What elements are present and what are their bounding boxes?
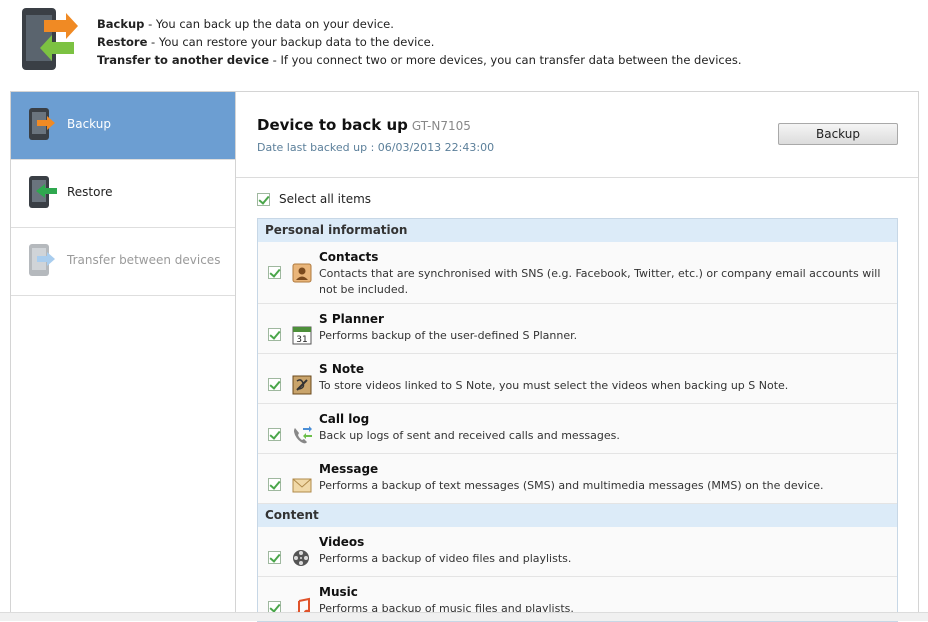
sidebar-item-label: Transfer between devices	[67, 253, 221, 267]
envelope-icon	[292, 478, 312, 493]
item-title: S Planner	[319, 312, 384, 326]
transfer-devices-icon	[29, 244, 55, 276]
s-planner-checkbox[interactable]	[268, 328, 281, 341]
film-reel-icon	[293, 550, 309, 566]
header-line-restore: Restore - You can restore your backup da…	[97, 35, 435, 49]
contacts-checkbox[interactable]	[268, 266, 281, 279]
calendar-day: 31	[296, 335, 307, 345]
sidebar-item-label: Restore	[67, 185, 113, 199]
header-line-backup: Backup - You can back up the data on you…	[97, 17, 394, 31]
select-all-label: Select all items	[279, 192, 372, 206]
backup-restore-app-icon	[22, 8, 78, 70]
sidebar-item-backup[interactable]: Backup	[11, 92, 246, 160]
list-item-videos[interactable]: Videos Performs a backup of video files …	[258, 527, 897, 577]
list-item-s-planner[interactable]: 31 S Planner Performs backup of the user…	[258, 304, 897, 354]
item-title: Videos	[319, 535, 365, 549]
main-panel: Device to back up GT-N7105 Date last back…	[236, 91, 919, 622]
message-checkbox[interactable]	[268, 478, 281, 491]
item-title: Message	[319, 462, 379, 476]
item-title: Contacts	[319, 250, 379, 264]
device-header: Device to back up GT-N7105 Date last back…	[236, 92, 918, 178]
call-log-icon	[294, 426, 312, 444]
page-title: Device to back up GT-N7105	[257, 116, 471, 134]
s-note-icon	[292, 375, 312, 395]
device-model: GT-N7105	[411, 119, 471, 133]
backup-button[interactable]: Backup	[778, 123, 898, 145]
list-item-call-log[interactable]: Call log Back up logs of sent and receiv…	[258, 404, 897, 454]
s-note-checkbox[interactable]	[268, 378, 281, 391]
phone-export-icon	[29, 108, 55, 140]
sidebar-item-transfer[interactable]: Transfer between devices	[11, 228, 235, 296]
header-description: Backup - You can back up the data on you…	[97, 15, 741, 69]
section-header-content: Content	[258, 504, 897, 527]
sidebar: Backup Restore Transfer between devices	[10, 91, 246, 621]
item-description: Back up logs of sent and received calls …	[319, 429, 620, 442]
last-backup-date: Date last backed up : 06/03/2013 22:43:0…	[257, 141, 495, 154]
calendar-icon: 31	[292, 326, 312, 345]
call-log-checkbox[interactable]	[268, 428, 281, 441]
list-item-contacts[interactable]: Contacts Contacts that are synchronised …	[258, 242, 897, 304]
item-description: To store videos linked to S Note, you mu…	[319, 379, 789, 392]
list-item-message[interactable]: Message Performs a backup of text messag…	[258, 454, 897, 504]
select-all-checkbox[interactable]	[257, 192, 270, 206]
item-title: S Note	[319, 362, 364, 376]
item-title: Call log	[319, 412, 370, 426]
status-bar	[0, 612, 928, 621]
sidebar-item-label: Backup	[67, 117, 111, 131]
backup-items-list[interactable]: Personal information Contacts Contacts t…	[257, 218, 898, 622]
select-all-row: Select all items	[257, 192, 371, 206]
item-title: Music	[319, 585, 358, 599]
list-item-s-note[interactable]: S Note To store videos linked to S Note,…	[258, 354, 897, 404]
item-description: Performs a backup of text messages (SMS)…	[319, 479, 824, 492]
header-line-transfer: Transfer to another device - If you conn…	[97, 53, 742, 67]
section-header-personal: Personal information	[258, 219, 897, 242]
videos-checkbox[interactable]	[268, 551, 281, 564]
app-header: Backup - You can back up the data on you…	[0, 0, 928, 90]
sidebar-item-restore[interactable]: Restore	[11, 160, 235, 228]
contacts-icon	[292, 263, 312, 283]
phone-import-icon	[29, 176, 57, 208]
item-description: Contacts that are synchronised with SNS …	[319, 267, 881, 296]
item-description: Performs a backup of video files and pla…	[319, 552, 572, 565]
item-description: Performs backup of the user-defined S Pl…	[319, 329, 578, 342]
